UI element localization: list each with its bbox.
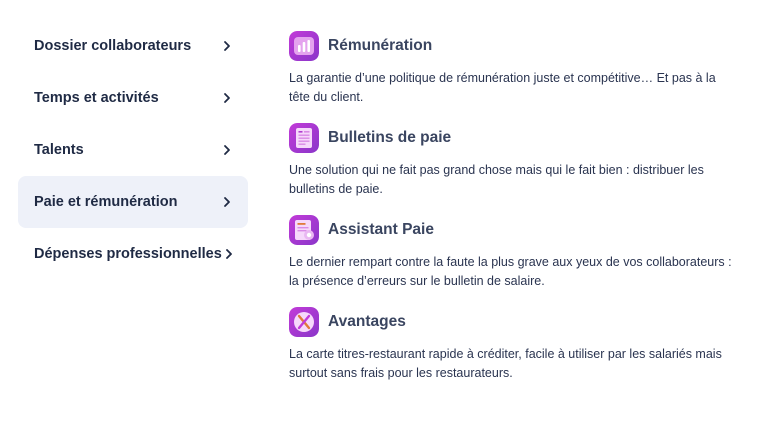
product-bulletins-de-paie[interactable]: Bulletins de paie Une solution qui ne fa…	[289, 123, 739, 199]
product-title: Avantages	[328, 313, 406, 330]
sidebar-item-depenses-professionnelles[interactable]: Dépenses professionnelles	[18, 228, 248, 280]
payslip-document-icon	[289, 123, 319, 153]
sidebar-nav: Dossier collaborateurs Temps et activité…	[18, 20, 248, 280]
cutlery-icon	[289, 307, 319, 337]
product-header: Avantages	[289, 307, 739, 337]
product-title: Assistant Paie	[328, 221, 434, 238]
bar-chart-icon	[289, 31, 319, 61]
chevron-right-icon	[220, 143, 234, 157]
product-description: Une solution qui ne fait pas grand chose…	[289, 163, 704, 196]
product-remuneration[interactable]: Rémunération La garantie d’une politique…	[289, 31, 739, 107]
sidebar-item-talents[interactable]: Talents	[18, 124, 248, 176]
sidebar-item-temps-et-activites[interactable]: Temps et activités	[18, 72, 248, 124]
sidebar-item-dossier-collaborateurs[interactable]: Dossier collaborateurs	[18, 20, 248, 72]
sidebar-item-label: Temps et activités	[34, 90, 159, 106]
sidebar-item-label: Paie et rémunération	[34, 194, 178, 210]
chevron-right-icon	[220, 39, 234, 53]
product-title: Rémunération	[328, 37, 433, 54]
sidebar-item-label: Dépenses professionnelles	[34, 246, 222, 262]
chevron-right-icon	[220, 91, 234, 105]
product-description: La carte titres-restaurant rapide à créd…	[289, 347, 722, 380]
product-header: Bulletins de paie	[289, 123, 739, 153]
sidebar-item-paie-et-remuneration[interactable]: Paie et rémunération	[18, 176, 248, 228]
sidebar-item-label: Dossier collaborateurs	[34, 38, 192, 54]
submenu-content: Rémunération La garantie d’une politique…	[289, 31, 739, 399]
product-description: Le dernier rempart contre la faute la pl…	[289, 255, 732, 288]
sidebar-item-label: Talents	[34, 142, 84, 158]
page: Dossier collaborateurs Temps et activité…	[0, 0, 767, 424]
assistant-document-icon	[289, 215, 319, 245]
product-header: Assistant Paie	[289, 215, 739, 245]
product-header: Rémunération	[289, 31, 739, 61]
product-title: Bulletins de paie	[328, 129, 452, 146]
product-description: La garantie d’une politique de rémunérat…	[289, 71, 716, 104]
chevron-right-icon	[220, 195, 234, 209]
chevron-right-icon	[222, 247, 236, 261]
product-assistant-paie[interactable]: Assistant Paie Le dernier rempart contre…	[289, 215, 739, 291]
product-avantages[interactable]: Avantages La carte titres-restaurant rap…	[289, 307, 739, 383]
